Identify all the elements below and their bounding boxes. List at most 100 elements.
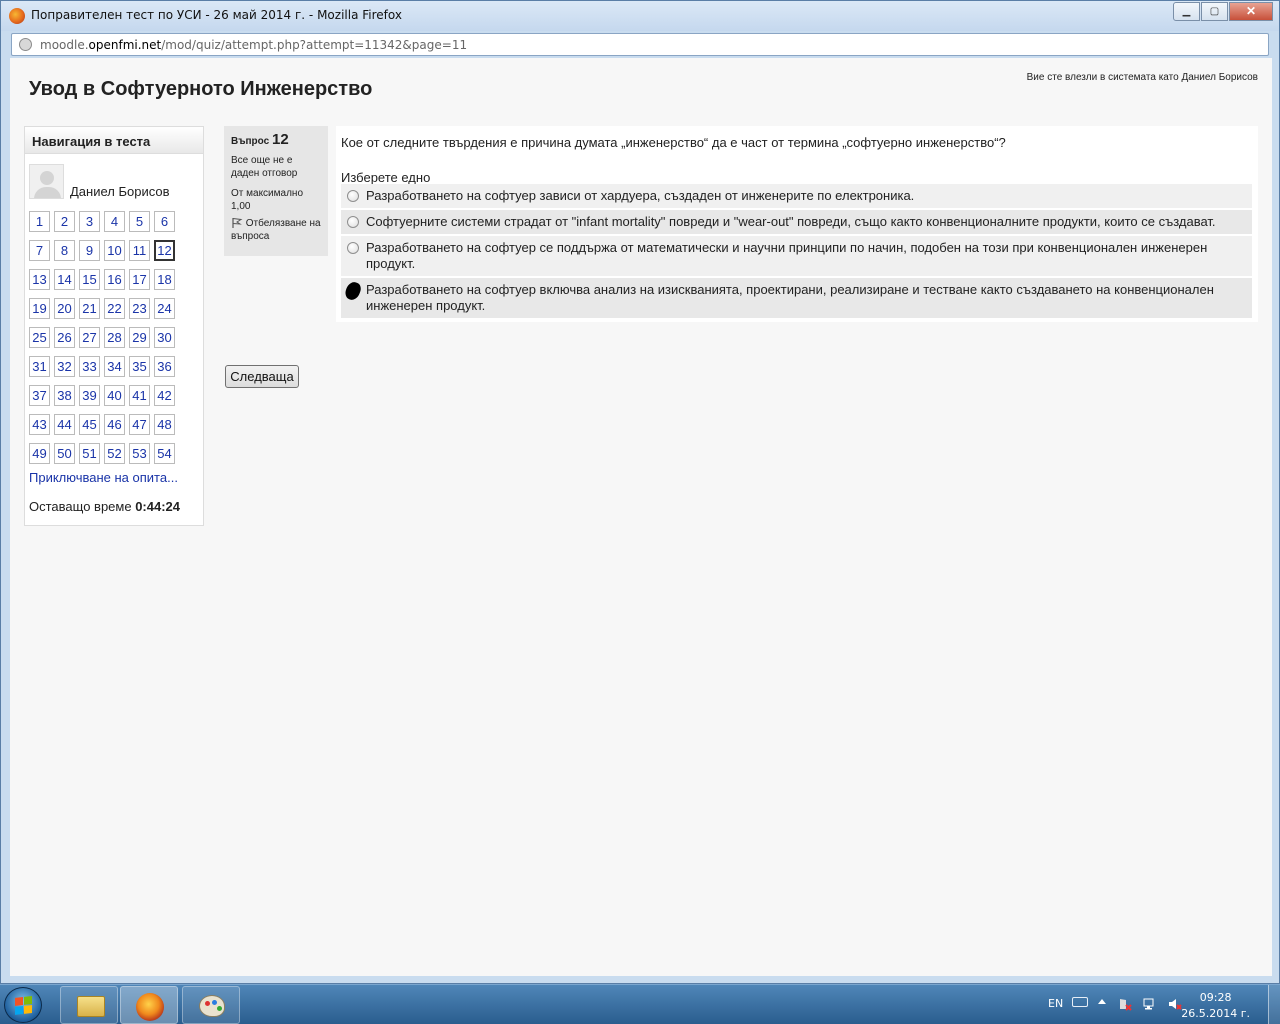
keyboard-icon[interactable] bbox=[1072, 997, 1088, 1007]
folder-icon bbox=[77, 996, 105, 1017]
question-nav-button[interactable]: 37 bbox=[29, 385, 50, 406]
question-nav-button[interactable]: 46 bbox=[104, 414, 125, 435]
question-nav-button[interactable]: 29 bbox=[129, 327, 150, 348]
question-nav-button[interactable]: 40 bbox=[104, 385, 125, 406]
start-button[interactable] bbox=[4, 987, 42, 1023]
question-nav-button[interactable]: 12 bbox=[154, 240, 175, 261]
question-nav-button[interactable]: 42 bbox=[154, 385, 175, 406]
question-nav-button[interactable]: 43 bbox=[29, 414, 50, 435]
question-nav-button[interactable]: 6 bbox=[154, 211, 175, 232]
question-nav-button[interactable]: 20 bbox=[54, 298, 75, 319]
question-nav-button[interactable]: 8 bbox=[54, 240, 75, 261]
question-nav-button[interactable]: 47 bbox=[129, 414, 150, 435]
question-nav-button[interactable]: 53 bbox=[129, 443, 150, 464]
question-nav-button[interactable]: 41 bbox=[129, 385, 150, 406]
question-nav-button[interactable]: 22 bbox=[104, 298, 125, 319]
question-nav-button[interactable]: 14 bbox=[54, 269, 75, 290]
question-number: Въпрос 12 bbox=[231, 132, 321, 148]
question-nav-button[interactable]: 36 bbox=[154, 356, 175, 377]
show-hidden-icons-icon[interactable] bbox=[1098, 999, 1106, 1004]
question-nav-button[interactable]: 9 bbox=[79, 240, 100, 261]
user-name-link[interactable]: Даниел Борисов bbox=[70, 184, 170, 199]
question-nav-button[interactable]: 25 bbox=[29, 327, 50, 348]
finish-attempt-link[interactable]: Приключване на опита... bbox=[29, 470, 178, 485]
quiz-navigation-title: Навигация в теста bbox=[25, 127, 203, 154]
answer-option[interactable]: Софтуерните системи страдат от "infant m… bbox=[341, 210, 1252, 234]
question-nav-button[interactable]: 15 bbox=[79, 269, 100, 290]
question-nav-button[interactable]: 13 bbox=[29, 269, 50, 290]
answer-option[interactable]: Разработването на софтуер се поддържа от… bbox=[341, 236, 1252, 276]
language-indicator[interactable]: EN bbox=[1048, 997, 1063, 1010]
next-button[interactable]: Следваща bbox=[225, 365, 299, 388]
answer-option[interactable]: Разработването на софтуер зависи от хард… bbox=[341, 184, 1252, 208]
question-nav-button[interactable]: 3 bbox=[79, 211, 100, 232]
question-nav-button[interactable]: 48 bbox=[154, 414, 175, 435]
question-nav-button[interactable]: 32 bbox=[54, 356, 75, 377]
horizontal-scrollbar[interactable] bbox=[10, 976, 1272, 983]
question-nav-button[interactable]: 23 bbox=[129, 298, 150, 319]
question-nav-button[interactable]: 17 bbox=[129, 269, 150, 290]
answer-radio[interactable] bbox=[347, 216, 359, 228]
question-nav-button[interactable]: 44 bbox=[54, 414, 75, 435]
action-center-icon[interactable] bbox=[1118, 997, 1132, 1011]
answer-radio[interactable] bbox=[347, 242, 359, 254]
question-nav-button[interactable]: 11 bbox=[129, 240, 150, 261]
question-nav-button[interactable]: 26 bbox=[54, 327, 75, 348]
question-nav-button[interactable]: 28 bbox=[104, 327, 125, 348]
question-text: Кое от следните твърдения е причина дума… bbox=[341, 135, 1006, 150]
url-host-prefix: moodle. bbox=[40, 38, 89, 52]
question-nav-button[interactable]: 54 bbox=[154, 443, 175, 464]
taskbar-explorer[interactable] bbox=[60, 986, 118, 1024]
question-nav-button[interactable]: 19 bbox=[29, 298, 50, 319]
question-nav-button[interactable]: 31 bbox=[29, 356, 50, 377]
taskbar-paint[interactable] bbox=[182, 986, 240, 1024]
question-nav-button[interactable]: 51 bbox=[79, 443, 100, 464]
question-nav-button[interactable]: 7 bbox=[29, 240, 50, 261]
question-nav-button[interactable]: 34 bbox=[104, 356, 125, 377]
question-nav-button[interactable]: 24 bbox=[154, 298, 175, 319]
question-nav-button[interactable]: 1 bbox=[29, 211, 50, 232]
taskbar-firefox[interactable] bbox=[120, 986, 178, 1024]
window-title: Поправителен тест по УСИ - 26 май 2014 г… bbox=[31, 8, 402, 22]
volume-icon[interactable] bbox=[1168, 997, 1182, 1011]
window-controls: ▁ ▢ ✕ bbox=[1172, 2, 1273, 21]
title-bar: Поправителен тест по УСИ - 26 май 2014 г… bbox=[1, 1, 1279, 31]
page-content: Увод в Софтуерното Инженерство Вие сте в… bbox=[10, 58, 1272, 976]
question-nav-button[interactable]: 33 bbox=[79, 356, 100, 377]
clock[interactable]: 09:28 26.5.2014 г. bbox=[1181, 990, 1250, 1022]
question-nav-button[interactable]: 10 bbox=[104, 240, 125, 261]
question-nav-button[interactable]: 27 bbox=[79, 327, 100, 348]
url-text[interactable]: moodle.openfmi.net/mod/quiz/attempt.php?… bbox=[40, 38, 467, 52]
firefox-icon bbox=[9, 8, 25, 24]
question-nav-button[interactable]: 35 bbox=[129, 356, 150, 377]
question-nav-button[interactable]: 45 bbox=[79, 414, 100, 435]
question-nav-button[interactable]: 2 bbox=[54, 211, 75, 232]
question-nav-button[interactable]: 30 bbox=[154, 327, 175, 348]
answer-option[interactable]: Разработването на софтуер включва анализ… bbox=[341, 278, 1252, 318]
flag-question-toggle[interactable]: Отбелязване на въпроса bbox=[231, 217, 321, 243]
question-nav-button[interactable]: 4 bbox=[104, 211, 125, 232]
close-button[interactable]: ✕ bbox=[1229, 2, 1273, 21]
address-bar[interactable]: moodle.openfmi.net/mod/quiz/attempt.php?… bbox=[11, 33, 1269, 56]
question-nav-button[interactable]: 16 bbox=[104, 269, 125, 290]
question-nav-button[interactable]: 18 bbox=[154, 269, 175, 290]
answer-text: Разработването на софтуер се поддържа от… bbox=[366, 240, 1208, 271]
question-nav-button[interactable]: 5 bbox=[129, 211, 150, 232]
answer-radio[interactable] bbox=[347, 190, 359, 202]
question-nav-button[interactable]: 49 bbox=[29, 443, 50, 464]
question-nav-button[interactable]: 39 bbox=[79, 385, 100, 406]
question-nav-button[interactable]: 50 bbox=[54, 443, 75, 464]
network-icon[interactable] bbox=[1143, 997, 1157, 1011]
question-nav-button[interactable]: 38 bbox=[54, 385, 75, 406]
maximize-button[interactable]: ▢ bbox=[1201, 2, 1228, 21]
show-desktop-button[interactable] bbox=[1268, 985, 1280, 1024]
question-nav-button[interactable]: 52 bbox=[104, 443, 125, 464]
avatar[interactable] bbox=[29, 164, 64, 199]
minimize-button[interactable]: ▁ bbox=[1173, 2, 1200, 21]
answer-radio-selected[interactable] bbox=[343, 280, 363, 302]
login-info: Вие сте влезли в системата като Даниел Б… bbox=[1026, 72, 1258, 83]
url-host-main: openfmi.net bbox=[88, 38, 162, 52]
answer-text: Разработването на софтуер включва анализ… bbox=[366, 282, 1214, 313]
question-nav-button[interactable]: 21 bbox=[79, 298, 100, 319]
site-identity-icon[interactable] bbox=[19, 38, 32, 51]
